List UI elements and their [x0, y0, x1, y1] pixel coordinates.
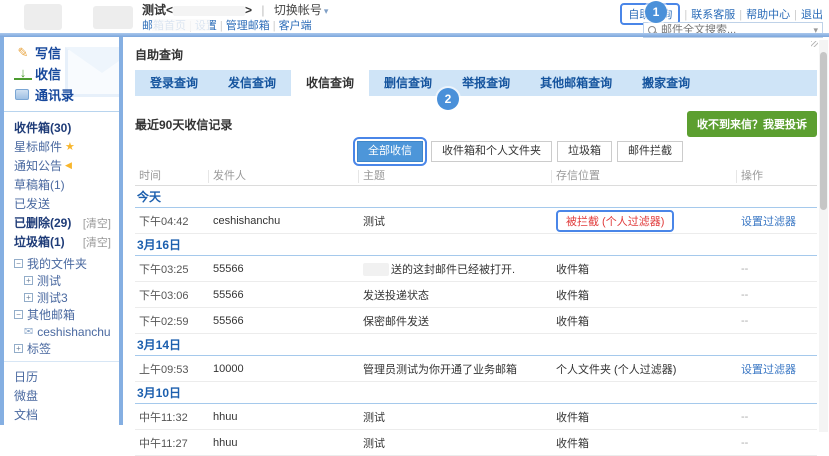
tree-folder-test3[interactable]: +测试3	[14, 289, 111, 306]
account-info: 测试<> | 切换帐号▾ 邮箱首页|设置|管理邮箱|客户端	[142, 3, 328, 33]
mail-record-table: 时间 发件人 主题 存信位置 操作 今天 下午04:42 ceshishanch…	[135, 168, 817, 456]
folder-list: 收件箱(30) 星标邮件★ 通知公告◀ 草稿箱(1) 已发送 已删除(29)[清…	[4, 112, 119, 255]
sidebar-item-inbox[interactable]: 收件箱(30)	[14, 118, 111, 137]
sidebar-item-sent[interactable]: 已发送	[14, 194, 111, 213]
subject-redaction	[363, 263, 389, 276]
nav-manage-mailbox[interactable]: 管理邮箱	[226, 20, 270, 32]
annotation-step-2: 2	[437, 88, 459, 110]
tree-tags[interactable]: +标签	[14, 340, 111, 357]
collapse-icon[interactable]: −	[14, 310, 23, 319]
sidebar-item-starred[interactable]: 星标邮件★	[14, 137, 111, 156]
tree-mailbox-ceshishanchu[interactable]: ✉ceshishanchu	[14, 323, 111, 340]
top-header: 测试<> | 切换帐号▾ 邮箱首页|设置|管理邮箱|客户端 自助查询|联系客服|…	[0, 0, 829, 37]
filter-blocked[interactable]: 邮件拦截	[617, 141, 683, 162]
nav-client[interactable]: 客户端	[279, 20, 312, 32]
date-group-header: 3月10日	[135, 382, 817, 404]
app-docs[interactable]: 文档	[14, 405, 111, 424]
date-group-today: 今天	[135, 186, 817, 208]
contacts-button[interactable]: 通讯录	[14, 84, 119, 105]
chevron-down-icon[interactable]: ▾	[324, 6, 329, 16]
sidebar-item-announcements[interactable]: 通知公告◀	[14, 156, 111, 175]
scrollbar-thumb[interactable]	[820, 52, 827, 210]
envelope-icon: ✉	[24, 325, 33, 338]
main-content: 自助查询 登录查询 发信查询 收信查询 删信查询 举报查询 其他邮箱查询 搬家查…	[123, 37, 829, 439]
logo-redaction	[93, 6, 133, 29]
expand-icon[interactable]: +	[14, 344, 23, 353]
filter-spam[interactable]: 垃圾箱	[557, 141, 612, 162]
pencil-icon: ✎	[14, 45, 32, 61]
logo-redaction	[24, 4, 62, 30]
tab-report-query[interactable]: 举报查询	[447, 70, 525, 96]
nav-redaction	[152, 19, 210, 31]
webmail-page: 测试<> | 切换帐号▾ 邮箱首页|设置|管理邮箱|客户端 自助查询|联系客服|…	[0, 0, 829, 439]
empty-spam-link[interactable]: [清空]	[83, 234, 111, 250]
blocked-location-annotation-box: 被拦截 (个人过滤器)	[556, 210, 674, 232]
annotation-step-1: 1	[645, 1, 667, 23]
link-help-center[interactable]: 帮助中心	[746, 9, 790, 21]
table-row: 下午03:25 55566 送的这封邮件已经被打开. 收件箱 --	[135, 256, 817, 282]
tree-folder-test[interactable]: +测试	[14, 272, 111, 289]
app-calendar[interactable]: 日历	[14, 367, 111, 386]
sidebar-item-spam[interactable]: 垃圾箱(1)[清空]	[14, 232, 111, 251]
tab-migration-query[interactable]: 搬家查询	[627, 70, 705, 96]
link-logout[interactable]: 退出	[801, 9, 823, 21]
query-tabs: 登录查询 发信查询 收信查询 删信查询 举报查询 其他邮箱查询 搬家查询	[135, 70, 817, 96]
star-icon: ★	[65, 140, 75, 153]
app-weidisk[interactable]: 微盘	[14, 386, 111, 405]
tab-receive-query[interactable]: 收信查询	[291, 70, 369, 96]
app-todo[interactable]: 待办	[14, 424, 111, 425]
account-name: 测试<	[142, 3, 173, 17]
tab-send-query[interactable]: 发信查询	[213, 70, 291, 96]
set-filter-link[interactable]: 设置过滤器	[741, 364, 796, 376]
date-group-header: 3月16日	[135, 234, 817, 256]
table-row: 下午02:59 55566 保密邮件发送 收件箱 --	[135, 308, 817, 334]
complaint-button[interactable]: 收不到来信？我要投诉	[687, 111, 817, 137]
table-header: 时间 发件人 主题 存信位置 操作	[135, 168, 817, 186]
app-list: 日历 微盘 文档 待办 记事本 文件中转站	[4, 361, 119, 425]
tab-delete-query[interactable]: 删信查询	[369, 70, 447, 96]
receive-mail-button[interactable]: ↓ 收信	[14, 63, 119, 84]
filter-inbox-personal[interactable]: 收件箱和个人文件夹	[431, 141, 552, 162]
scroll-top-grip-icon	[811, 41, 818, 47]
set-filter-link[interactable]: 设置过滤器	[741, 216, 796, 228]
sidebar: ✎ 写信 ↓ 收信 通讯录 收件箱(30) 星标邮件★ 通知公告◀ 草稿箱(1)…	[0, 37, 123, 425]
vertical-scrollbar[interactable]	[819, 40, 828, 432]
header-nav: 邮箱首页|设置|管理邮箱|客户端	[142, 19, 328, 33]
horn-icon: ◀	[65, 160, 72, 171]
table-row: 下午03:06 55566 发送投递状态 收件箱 --	[135, 282, 817, 308]
tree-my-folders[interactable]: −我的文件夹	[14, 255, 111, 272]
switch-account-link[interactable]: 切换帐号	[274, 3, 322, 17]
compose-button[interactable]: ✎ 写信	[14, 42, 119, 63]
date-group-header: 3月14日	[135, 334, 817, 356]
table-row: 上午09:53 10000 管理员测试为你开通了业务邮箱 个人文件夹 (个人过滤…	[135, 356, 817, 382]
sidebar-item-deleted[interactable]: 已删除(29)[清空]	[14, 213, 111, 232]
tree-other-mailboxes[interactable]: −其他邮箱	[14, 306, 111, 323]
all-mail-annotation-box: 全部收信	[353, 137, 427, 166]
blocked-status: 被拦截 (个人过滤器)	[566, 216, 664, 228]
table-row: 中午11:32 hhuu 测试 收件箱 --	[135, 404, 817, 430]
inbox-download-icon: ↓	[14, 67, 32, 80]
page-title: 自助查询	[135, 46, 817, 63]
quick-actions: ✎ 写信 ↓ 收信 通讯录	[4, 37, 119, 112]
folder-tree: −我的文件夹 +测试 +测试3 −其他邮箱 ✉ceshishanchu +标签	[4, 255, 119, 361]
table-row: 中午11:27 hhuu 测试 收件箱 --	[135, 430, 817, 456]
tab-login-query[interactable]: 登录查询	[135, 70, 213, 96]
table-row: 下午04:42 ceshishanchu 测试 被拦截 (个人过滤器) 设置过滤…	[135, 208, 817, 234]
filter-buttons: 全部收信 收件箱和个人文件夹 垃圾箱 邮件拦截	[135, 137, 817, 165]
email-redaction	[173, 6, 245, 16]
section-title: 最近90天收信记录	[135, 116, 232, 133]
link-contact-support[interactable]: 联系客服	[691, 9, 735, 21]
contacts-card-icon	[15, 89, 29, 100]
expand-icon[interactable]: +	[24, 276, 33, 285]
empty-deleted-link[interactable]: [清空]	[83, 215, 111, 231]
tab-other-mailbox-query[interactable]: 其他邮箱查询	[525, 70, 627, 96]
collapse-icon[interactable]: −	[14, 259, 23, 268]
expand-icon[interactable]: +	[24, 293, 33, 302]
filter-all-mail[interactable]: 全部收信	[357, 141, 423, 162]
sidebar-item-drafts[interactable]: 草稿箱(1)	[14, 175, 111, 194]
